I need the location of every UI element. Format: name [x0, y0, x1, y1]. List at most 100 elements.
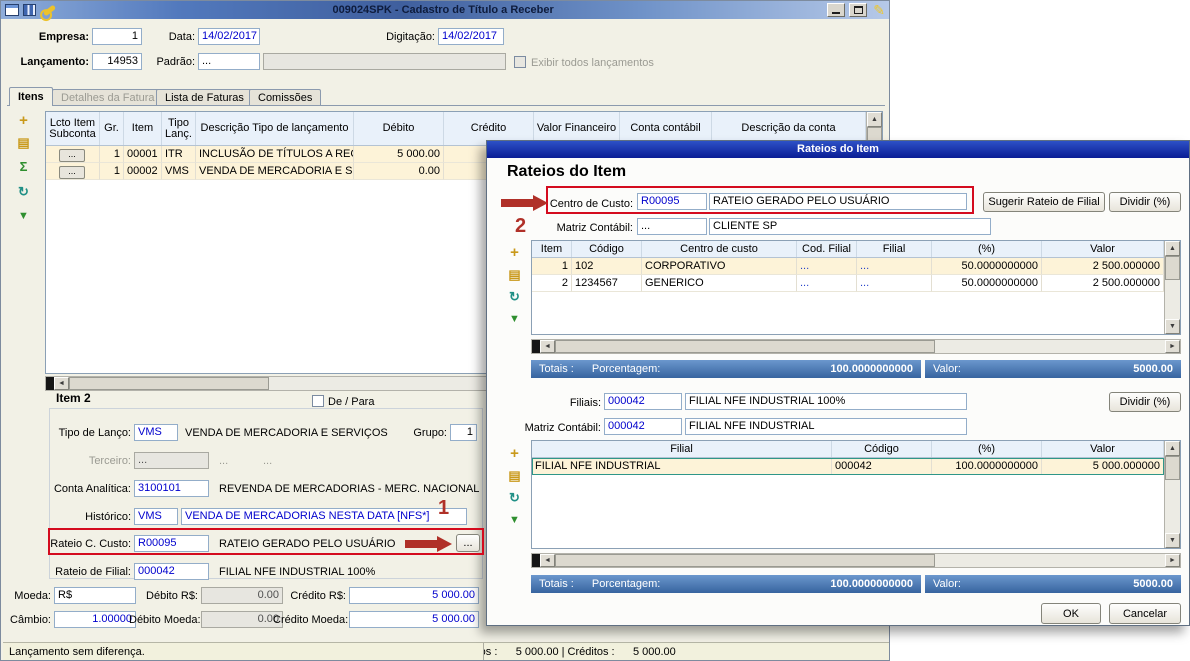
vscroll-track[interactable]: [1165, 480, 1180, 533]
data-field[interactable]: 14/02/2017: [198, 28, 260, 45]
cell-filial-lookup[interactable]: ...: [857, 258, 932, 275]
refresh-icon[interactable]: ↻: [506, 490, 523, 507]
moeda-field[interactable]: R$: [54, 587, 136, 604]
digitacao-field[interactable]: 14/02/2017: [438, 28, 504, 45]
empresa-field[interactable]: 1: [92, 28, 142, 45]
hscroll-thumb[interactable]: [555, 340, 935, 353]
ok-button[interactable]: OK: [1041, 603, 1101, 624]
scroll-right-icon[interactable]: ►: [1165, 554, 1180, 567]
lancamento-field[interactable]: 14953: [92, 53, 142, 70]
minimize-button[interactable]: [827, 3, 845, 17]
subconta-button[interactable]: ...: [59, 149, 85, 162]
sum-icon[interactable]: Σ: [15, 159, 32, 176]
tipo-lanco-field[interactable]: VMS: [134, 424, 178, 441]
tab-detalhes-da-fatura[interactable]: Detalhes da Fatura: [52, 89, 164, 106]
cancel-button[interactable]: Cancelar: [1109, 603, 1181, 624]
scroll-right-icon[interactable]: ►: [1165, 340, 1180, 353]
edit-pencil-icon[interactable]: ✎: [873, 2, 885, 18]
table-row[interactable]: FILIAL NFE INDUSTRIAL 000042 100.0000000…: [532, 458, 1164, 475]
vscroll-track[interactable]: [1165, 280, 1180, 319]
col-valor[interactable]: Valor: [1042, 441, 1164, 457]
col-filial[interactable]: Filial: [532, 441, 832, 457]
col-item[interactable]: Item: [532, 241, 572, 257]
grid2-hscrollbar[interactable]: ◄ ►: [531, 553, 1181, 568]
grid1-vscrollbar[interactable]: ▲ ▼: [1164, 241, 1180, 334]
cambio-field[interactable]: 1.00000: [54, 611, 136, 628]
de-para-checkbox[interactable]: [312, 395, 324, 407]
matriz-contabil-2-desc-field[interactable]: FILIAL NFE INDUSTRIAL: [685, 418, 967, 435]
col-pct[interactable]: (%): [932, 441, 1042, 457]
scroll-left-icon[interactable]: ◄: [54, 377, 69, 390]
col-debito[interactable]: Débito: [354, 112, 444, 145]
filiais-field[interactable]: 000042: [604, 393, 682, 410]
terceiro-field[interactable]: ...: [134, 452, 209, 469]
col-lcto-item-subconta[interactable]: Lcto Item Subconta: [46, 112, 100, 145]
grid2-vscrollbar[interactable]: ▲ ▼: [1164, 441, 1180, 548]
cell-cod-filial-lookup[interactable]: ...: [797, 275, 857, 292]
cell-cod-filial-lookup[interactable]: ...: [797, 258, 857, 275]
cell-filial-lookup[interactable]: ...: [857, 275, 932, 292]
scroll-left-icon[interactable]: ◄: [540, 340, 555, 353]
col-codigo[interactable]: Código: [572, 241, 642, 257]
conta-analitica-field[interactable]: 3100101: [134, 480, 209, 497]
dividir-pct-button-1[interactable]: Dividir (%): [1109, 192, 1181, 212]
scroll-left-icon[interactable]: ◄: [540, 554, 555, 567]
matriz-contabil-1-desc-field[interactable]: CLIENTE SP: [709, 218, 991, 235]
split-grip[interactable]: [532, 554, 540, 567]
col-descricao-tipo[interactable]: Descrição Tipo de lançamento: [196, 112, 354, 145]
list-rows-icon[interactable]: ▤: [15, 135, 32, 152]
hscroll-track[interactable]: [935, 554, 1165, 567]
dividir-pct-button-2[interactable]: Dividir (%): [1109, 392, 1181, 412]
credito-moeda-field[interactable]: 5 000.00: [349, 611, 479, 628]
col-cod-filial[interactable]: Cod. Filial: [797, 241, 857, 257]
col-filial[interactable]: Filial: [857, 241, 932, 257]
split-grip[interactable]: [532, 340, 540, 353]
scroll-up-icon[interactable]: ▲: [1165, 241, 1180, 256]
col-codigo[interactable]: Código: [832, 441, 932, 457]
vscroll-thumb[interactable]: [1165, 256, 1180, 280]
hscroll-thumb[interactable]: [69, 377, 269, 390]
tab-itens[interactable]: Itens: [9, 87, 53, 106]
tab-comissoes[interactable]: Comissões: [249, 89, 321, 106]
grupo-field[interactable]: 1: [450, 424, 477, 441]
rateio-filial-field[interactable]: 000042: [134, 563, 209, 580]
table-row[interactable]: 2 1234567 GENERICO ... ... 50.0000000000…: [532, 275, 1164, 292]
historico-desc-field[interactable]: VENDA DE MERCADORIAS NESTA DATA [NFS*]: [181, 508, 467, 525]
col-tipo-lanc[interactable]: Tipo Lanç.: [162, 112, 196, 145]
scroll-up-icon[interactable]: ▲: [867, 112, 882, 127]
exibir-todos-checkbox[interactable]: [514, 56, 526, 68]
col-valor[interactable]: Valor: [1042, 241, 1164, 257]
list-rows-icon[interactable]: ▤: [506, 267, 523, 284]
post-down-icon[interactable]: ▼: [506, 512, 523, 529]
refresh-icon[interactable]: ↻: [506, 289, 523, 306]
split-grip[interactable]: [46, 377, 54, 390]
scroll-down-icon[interactable]: ▼: [1165, 319, 1180, 334]
scroll-down-icon[interactable]: ▼: [1165, 533, 1180, 548]
post-down-icon[interactable]: ▼: [506, 311, 523, 328]
maximize-button[interactable]: [849, 3, 867, 17]
scroll-up-icon[interactable]: ▲: [1165, 441, 1180, 456]
hscroll-track[interactable]: [935, 340, 1165, 353]
padrao-field[interactable]: ...: [198, 53, 260, 70]
tab-lista-de-faturas[interactable]: Lista de Faturas: [156, 89, 253, 106]
sugerir-rateio-button[interactable]: Sugerir Rateio de Filial: [983, 192, 1105, 212]
filiais-desc-field[interactable]: FILIAL NFE INDUSTRIAL 100%: [685, 393, 967, 410]
table-row[interactable]: 1 102 CORPORATIVO ... ... 50.0000000000 …: [532, 258, 1164, 275]
col-centro-de-custo[interactable]: Centro de custo: [642, 241, 797, 257]
col-item[interactable]: Item: [124, 112, 162, 145]
list-rows-icon[interactable]: ▤: [506, 468, 523, 485]
col-pct[interactable]: (%): [932, 241, 1042, 257]
grid1-hscrollbar[interactable]: ◄ ►: [531, 339, 1181, 354]
add-row-icon[interactable]: +: [506, 245, 523, 262]
subconta-button[interactable]: ...: [59, 166, 85, 179]
refresh-icon[interactable]: ↻: [15, 184, 32, 201]
matriz-contabil-2-field[interactable]: 000042: [604, 418, 682, 435]
debito-rs-field[interactable]: 0.00: [201, 587, 283, 604]
add-row-icon[interactable]: +: [15, 113, 32, 130]
col-gr[interactable]: Gr.: [100, 112, 124, 145]
vscroll-thumb[interactable]: [1165, 456, 1180, 480]
historico-code-field[interactable]: VMS: [134, 508, 178, 525]
matriz-contabil-1-field[interactable]: ...: [637, 218, 707, 235]
debito-moeda-field[interactable]: 0.00: [201, 611, 283, 628]
post-down-icon[interactable]: ▼: [15, 208, 32, 225]
